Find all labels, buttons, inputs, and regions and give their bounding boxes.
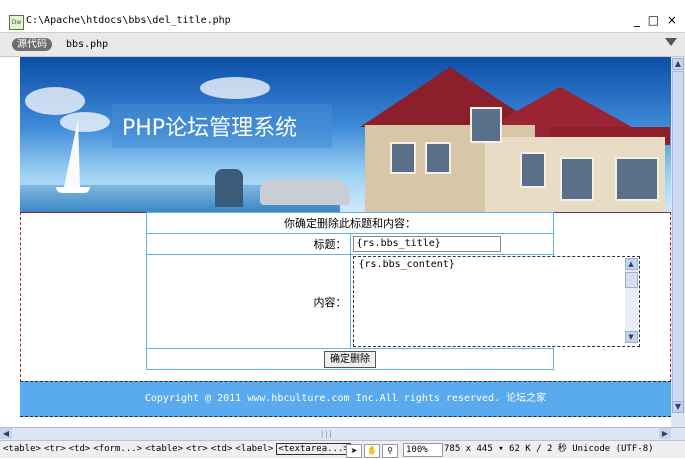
scroll-down-icon[interactable]: ▼ xyxy=(672,401,684,413)
cloud-decoration xyxy=(200,77,270,99)
tag-item[interactable]: <form...> xyxy=(93,444,142,454)
scroll-grip-icon[interactable]: ||| xyxy=(320,430,333,438)
tag-item[interactable]: <tr> xyxy=(186,444,208,454)
delete-form-table: 你确定删除此标题和内容： 标题： {rs.bbs_title} 内容： {rs.… xyxy=(146,212,640,370)
current-tag[interactable]: <textarea...> xyxy=(276,443,351,455)
hand-icon[interactable]: ✋ xyxy=(364,444,380,458)
encoding: Unicode (UTF-8) xyxy=(572,444,654,454)
tag-selector: <table> <tr> <td> <form...> <table> <tr> <td> <… xyxy=(3,441,354,457)
scroll-thumb[interactable] xyxy=(624,272,638,288)
footer-bar: Copyright @ 2011 www.hbculture.com Inc.A… xyxy=(20,381,671,417)
related-file-tab[interactable]: bbs.php xyxy=(66,39,108,50)
file-size: 62 K / 2 秒 xyxy=(509,444,567,454)
chevron-down-icon[interactable]: ▾ xyxy=(498,444,503,454)
window-size[interactable]: 785 x 445 xyxy=(444,444,493,454)
zoom-select[interactable]: 100% xyxy=(403,443,443,457)
confirm-prompt: 你确定删除此标题和内容： xyxy=(146,212,554,234)
dreamweaver-file-icon: Dw xyxy=(9,15,24,30)
document-info: 785 x 445 ▾ 62 K / 2 秒 Unicode (UTF-8) xyxy=(444,441,654,457)
design-view[interactable]: PHP论坛管理系统 你确定删除此标题和内容： 标题： {rs.bbs_title… xyxy=(0,57,671,427)
people-image xyxy=(215,169,243,207)
scroll-right-icon[interactable]: ▶ xyxy=(659,428,671,439)
zoom-icon[interactable]: ⚲ xyxy=(382,444,398,458)
window-controls[interactable]: _ □ × xyxy=(634,13,679,27)
scroll-left-icon[interactable]: ◀ xyxy=(0,428,12,439)
content-textarea[interactable]: {rs.bbs_content} ▲ ▼ xyxy=(352,256,640,347)
scroll-up-icon[interactable]: ▲ xyxy=(672,58,684,70)
tag-item[interactable]: <label> xyxy=(235,444,273,454)
filter-icon[interactable] xyxy=(665,38,677,46)
status-bar: <table> <tr> <td> <form...> <table> <tr> <td> <… xyxy=(0,440,685,458)
cloud-decoration xyxy=(25,87,85,115)
confirm-delete-button[interactable]: 确定删除 xyxy=(324,350,376,368)
content-cell: {rs.bbs_content} ▲ ▼ xyxy=(349,254,640,349)
scroll-down-icon[interactable]: ▼ xyxy=(624,331,638,343)
textarea-scrollbar[interactable]: ▲ ▼ xyxy=(624,258,638,343)
document-toolbar: 源代码 bbs.php xyxy=(0,33,685,57)
boat-hull xyxy=(56,187,90,193)
sailboat-image xyxy=(64,119,80,187)
horizontal-scrollbar[interactable]: ◀ ||| ▶ xyxy=(0,427,685,440)
source-code-button[interactable]: 源代码 xyxy=(12,38,52,51)
copyright-text: Copyright @ 2011 www.hbculture.com Inc.A… xyxy=(144,393,547,404)
vertical-scrollbar[interactable]: ▲ ▼ xyxy=(671,57,685,427)
header-banner: PHP论坛管理系统 xyxy=(20,57,671,213)
tag-item[interactable]: <table> xyxy=(145,444,183,454)
tag-item[interactable]: <tr> xyxy=(44,444,66,454)
title-label: 标题： xyxy=(146,233,351,255)
tag-item[interactable]: <td> xyxy=(211,444,233,454)
window-titlebar: Dw C:\Apache\htdocs\bbs\del_title.php _ … xyxy=(0,0,685,33)
tag-item[interactable]: <table> xyxy=(3,444,41,454)
file-path: C:\Apache\htdocs\bbs\del_title.php xyxy=(26,15,231,26)
content-value: {rs.bbs_content} xyxy=(358,259,455,270)
pointer-icon[interactable]: ➤ xyxy=(346,444,362,458)
title-cell: {rs.bbs_title} xyxy=(349,233,554,255)
submit-cell: 确定删除 xyxy=(146,348,554,370)
content-label: 内容： xyxy=(146,254,351,349)
layout-guide xyxy=(20,212,21,382)
tag-item[interactable]: <td> xyxy=(69,444,91,454)
scroll-up-icon[interactable]: ▲ xyxy=(624,258,638,270)
site-title: PHP论坛管理系统 xyxy=(122,116,298,141)
scroll-thumb[interactable] xyxy=(672,71,684,411)
house-image xyxy=(215,57,671,212)
car-image xyxy=(260,179,350,205)
title-input[interactable]: {rs.bbs_title} xyxy=(352,236,501,252)
